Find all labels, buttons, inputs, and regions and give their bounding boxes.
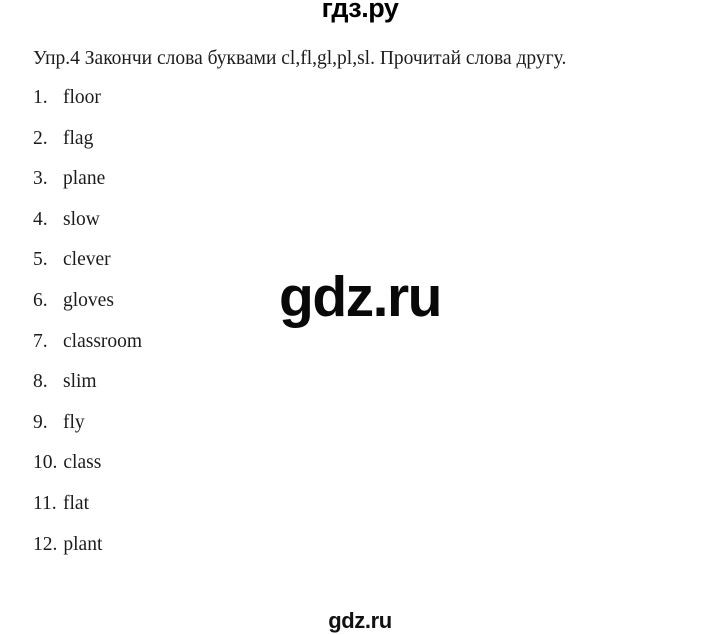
list-item-number: 10. xyxy=(33,452,58,474)
list-item-word: classroom xyxy=(63,330,143,352)
list-item-number: 6. xyxy=(33,289,48,311)
list-item: 1. floor xyxy=(33,88,142,129)
exercise-block: Упр.4 Закончи слова буквами cl,fl,gl,pl,… xyxy=(33,47,693,554)
watermark-top: гдз.ру xyxy=(321,0,399,23)
list-item-number: 11. xyxy=(33,492,57,514)
list-item: 11. flat xyxy=(33,492,142,535)
list-item-word: floor xyxy=(63,87,101,108)
list-item-word: plant xyxy=(63,533,103,555)
list-item-word: clever xyxy=(63,249,111,271)
list-item: 4. slow xyxy=(33,208,142,251)
page-root: { "watermarks": { "top": "гдз.ру", "cent… xyxy=(0,0,720,635)
list-item-number: 7. xyxy=(33,330,48,352)
list-item: 6. gloves xyxy=(33,289,142,332)
list-item: 10. class xyxy=(33,453,142,494)
list-item-number: 3. xyxy=(33,168,48,190)
list-item-word: gloves xyxy=(63,289,114,311)
list-item: 7. classroom xyxy=(33,330,143,373)
list-item-word: slow xyxy=(63,208,100,230)
list-item: 12. plant xyxy=(33,533,142,576)
list-item-number: 12. xyxy=(33,533,58,555)
word-list: 1. floor 2. flag 3. plane 4. slow 5. clever 6… xyxy=(33,88,142,575)
exercise-instruction: Упр.4 Закончи слова буквами cl,fl,gl,pl,… xyxy=(33,48,567,69)
list-item-word: class xyxy=(63,452,102,474)
list-item-number: 1. xyxy=(33,87,48,108)
list-item: 8. slim xyxy=(33,372,142,413)
list-item-number: 2. xyxy=(33,127,48,149)
list-item-number: 8. xyxy=(33,371,48,393)
list-item: 3. plane xyxy=(33,169,142,210)
list-item-word: flat xyxy=(63,492,89,514)
list-item-number: 5. xyxy=(33,249,48,271)
list-item-number: 9. xyxy=(33,411,48,433)
list-item-word: flag xyxy=(63,127,94,149)
list-item-word: plane xyxy=(63,168,106,190)
list-item-number: 4. xyxy=(33,208,48,230)
list-item: 5. clever xyxy=(33,250,142,291)
list-item-word: fly xyxy=(63,411,85,433)
list-item: 9. fly xyxy=(33,411,142,454)
list-item-word: slim xyxy=(63,371,97,393)
watermark-bottom: gdz.ru xyxy=(328,608,392,633)
list-item: 2. flag xyxy=(33,127,142,170)
